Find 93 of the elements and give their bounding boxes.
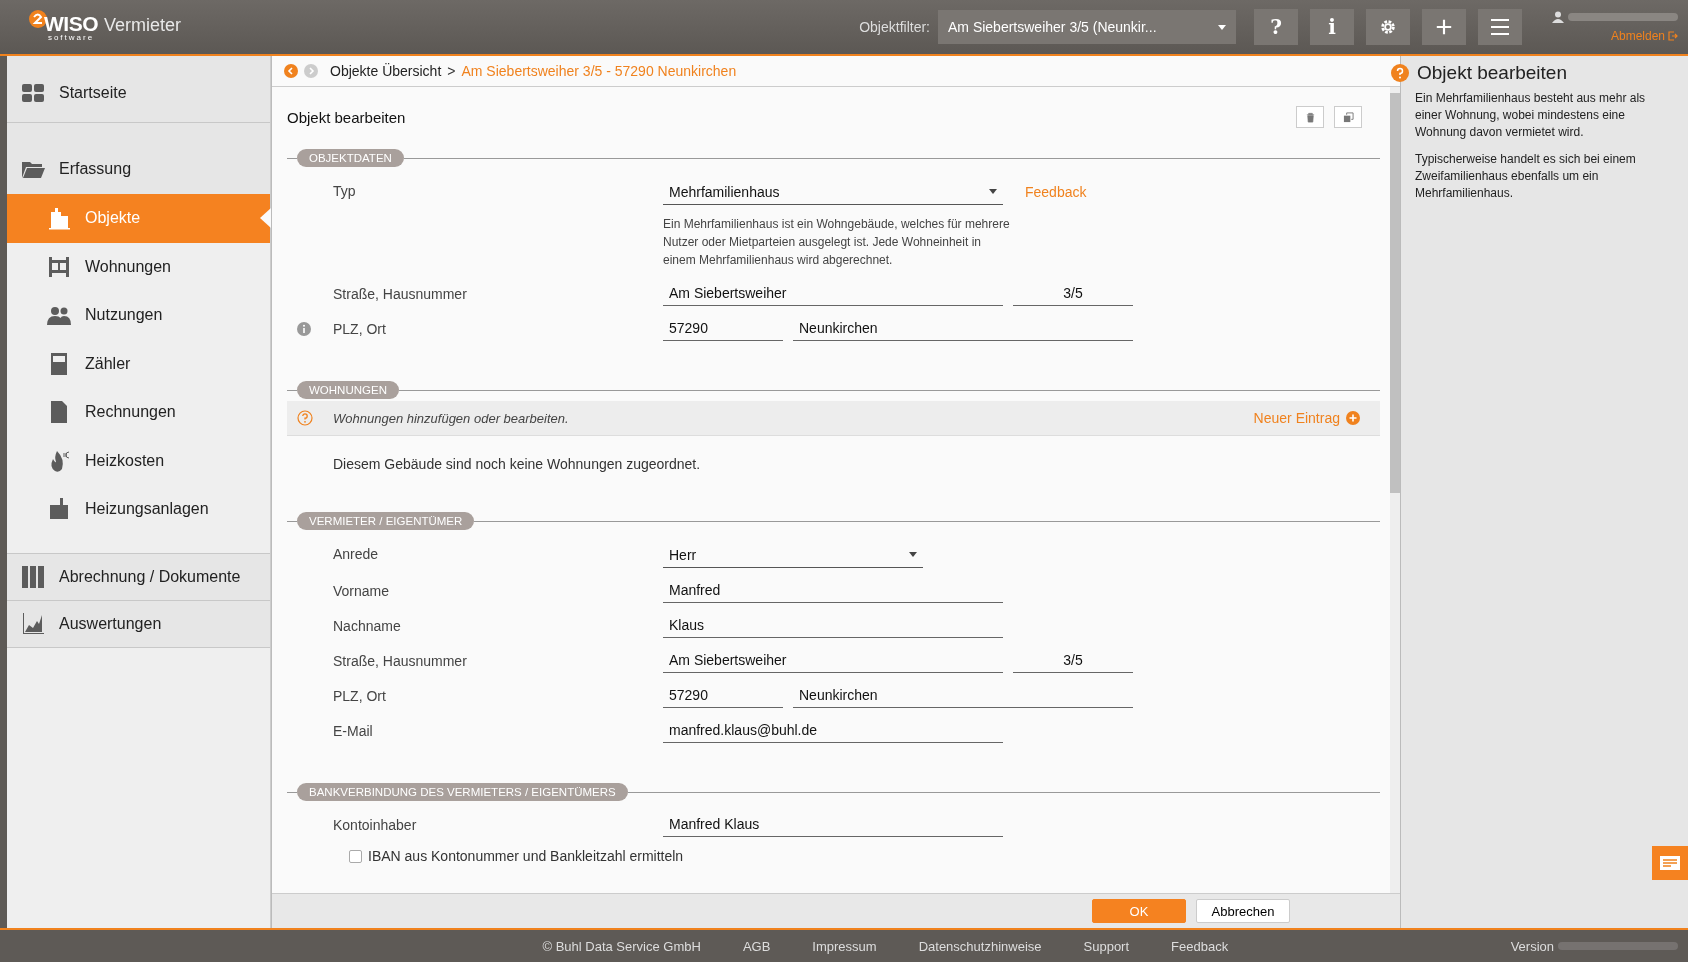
chart-icon [21, 611, 45, 636]
input-field[interactable]: Neunkirchen [793, 684, 1133, 708]
input-field[interactable]: Neunkirchen [793, 317, 1133, 341]
product-name: Vermieter [104, 14, 182, 36]
plus-circle-icon [1346, 411, 1360, 425]
logo-subtitle: software [47, 33, 95, 42]
settings-icon [1379, 18, 1397, 36]
building-icon [47, 206, 71, 231]
caret-icon [909, 552, 917, 557]
filter-label: Objektfilter: [859, 19, 930, 35]
object-filter-dropdown[interactable]: Am Siebertsweiher 3/5 (Neunkir... [938, 10, 1236, 44]
field-label: Straße, Hausnummer [333, 652, 468, 671]
field-label: Anrede [333, 545, 380, 564]
plus-icon [1435, 18, 1453, 36]
sidebar-item[interactable]: Heizkosten [7, 436, 270, 485]
field-label: Straße, Hausnummer [333, 285, 468, 304]
help-icon [297, 410, 313, 426]
copyright-text: © Buhl Data Service GmbH [542, 938, 701, 954]
help-paragraph: Ein Mehrfamilienhaus besteht aus mehr als einer Wohnung, wobei mindestens eine Wohnung davon vermietet wird. [1415, 90, 1647, 141]
forward-icon[interactable] [304, 64, 318, 78]
input-field[interactable]: 57290 [663, 317, 783, 341]
sidebar-item[interactable]: Startseite [7, 56, 270, 123]
field-label: Nachname [333, 617, 402, 636]
toolbar-button[interactable]: i [1310, 9, 1354, 45]
caret-icon [1218, 24, 1226, 30]
logo-text: WISO [44, 12, 98, 34]
message-icon [1660, 856, 1680, 870]
menu-icon [1490, 18, 1510, 36]
input-field[interactable]: 3/5 [1013, 649, 1133, 673]
scrollbar-thumb[interactable] [1390, 93, 1400, 493]
input-field[interactable]: Am Siebertsweiher [663, 649, 1003, 673]
grid-icon [21, 81, 45, 105]
section-header: OBJEKTDATEN [297, 149, 404, 167]
field-label: PLZ, Ort [333, 320, 387, 339]
select-field[interactable]: Mehrfamilienhaus [663, 179, 1003, 205]
section-header: WOHNUNGEN [297, 381, 399, 399]
copy-icon [1342, 111, 1354, 123]
heater-icon [47, 497, 71, 522]
info-icon[interactable] [297, 322, 311, 336]
input-field[interactable]: manfred.klaus@buhl.de [663, 719, 1003, 743]
select-field[interactable]: Herr [663, 542, 923, 568]
field-label: Typ [333, 182, 357, 201]
field-label: E-Mail [333, 722, 374, 741]
breadcrumb-link[interactable]: Objekte Übersicht [330, 63, 442, 79]
input-field[interactable]: Manfred Klaus [663, 813, 1003, 837]
sidebar-item[interactable]: Rechnungen [7, 388, 270, 437]
sidebar-item[interactable]: Abrechnung / Dokumente [7, 552, 270, 601]
flat-icon [47, 254, 71, 279]
footer-link[interactable]: Datenschutzhinweise [918, 938, 1042, 954]
section-header: VERMIETER / EIGENTÜMER [297, 512, 475, 530]
sidebar-item[interactable]: Nutzungen [7, 291, 270, 340]
input-field[interactable]: 3/5 [1013, 282, 1133, 306]
version-label: Version [1510, 938, 1554, 954]
section-header: BANKVERBINDUNG DES VERMIETERS / EIGENTÜMERS [297, 783, 628, 801]
sidebar-item[interactable]: Wohnungen [7, 242, 270, 291]
breadcrumb-separator: > [447, 63, 456, 79]
field-label: Kontoinhaber [333, 816, 418, 835]
footer-link[interactable]: Feedback [1171, 938, 1229, 954]
trash-icon [1304, 111, 1316, 123]
checkbox-label: IBAN aus Kontonummer und Bankleitzahl ermitteln [368, 848, 684, 864]
input-field[interactable]: Am Siebertsweiher [663, 282, 1003, 306]
sidebar-item[interactable]: Erfassung [7, 123, 270, 194]
sidebar-item[interactable]: Zähler [7, 339, 270, 388]
logout-icon [1668, 31, 1678, 41]
back-icon[interactable] [284, 64, 298, 78]
help-title: Objekt bearbeiten [1417, 62, 1567, 84]
form-title: Objekt bearbeiten [287, 108, 407, 126]
field-label: PLZ, Ort [333, 687, 387, 706]
settings-button[interactable] [1366, 9, 1410, 45]
input-field[interactable]: 57290 [663, 684, 783, 708]
hint-text: Wohnungen hinzufügen oder bearbeiten. [333, 410, 570, 426]
sidebar-item[interactable]: Auswertungen [7, 600, 270, 648]
footer-link[interactable]: Support [1083, 938, 1130, 954]
caret-icon [989, 189, 997, 194]
footer-link[interactable]: Impressum [812, 938, 877, 954]
add-button[interactable] [1422, 9, 1466, 45]
input-field[interactable]: Manfred [663, 579, 1003, 603]
delete-button[interactable] [1296, 106, 1324, 128]
footer-link[interactable]: AGB [742, 938, 771, 954]
feedback-button[interactable] [1652, 846, 1688, 880]
empty-message: Diesem Gebäude sind noch keine Wohnungen zugeordnet. [332, 455, 702, 474]
copy-button[interactable] [1334, 106, 1362, 128]
checkbox[interactable] [349, 849, 362, 863]
type-description: Ein Mehrfamilienhaus ist ein Wohngebäude, welches für mehrere Nutzer oder Mietparteien ausgelegt ist. Jede Wohneinheit in einem Mehrfamilienhaus wird abgerechnet. [663, 216, 1011, 269]
toolbar-button[interactable]: ? [1254, 9, 1298, 45]
menu-button[interactable] [1478, 9, 1522, 45]
sidebar-item[interactable]: Heizungsanlagen [7, 485, 270, 534]
cancel-button[interactable]: Abbrechen [1196, 899, 1290, 923]
binders-icon [21, 564, 45, 589]
help-paragraph: Typischerweise handelt es sich bei einem Zweifamilienhaus ebenfalls um ein Mehrfamilienhaus. [1415, 151, 1637, 202]
user-icon [1552, 11, 1564, 23]
field-label: Vorname [333, 582, 391, 601]
input-field[interactable]: Klaus [663, 614, 1003, 638]
